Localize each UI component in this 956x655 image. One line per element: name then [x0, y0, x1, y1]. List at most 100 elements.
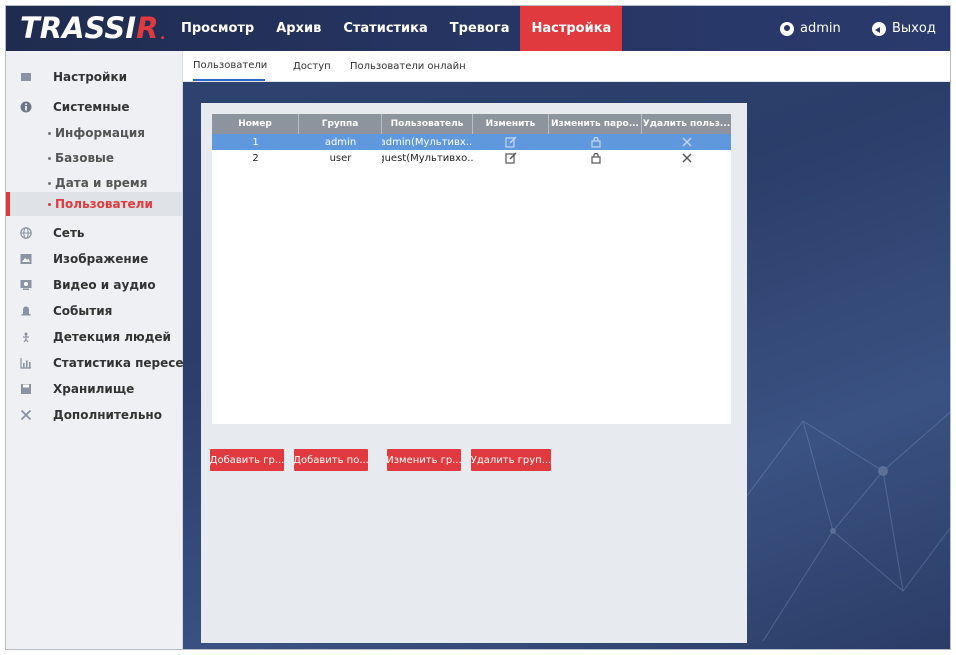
sidebar-item-label: Пользователи: [55, 197, 153, 211]
delete-user-button[interactable]: [642, 150, 731, 166]
settings-icon: [21, 73, 31, 81]
users-panel: Номер Группа Пользователь Изменить Измен…: [201, 103, 747, 643]
trassir-logo: TRASSI R.: [20, 11, 166, 45]
cell-group: admin: [324, 136, 357, 148]
user-icon: [780, 21, 794, 36]
bullet-icon: [48, 203, 51, 206]
lock-icon: [590, 136, 601, 148]
sidebar-item-label: Системные: [53, 100, 130, 114]
nav-statistics[interactable]: Статистика: [332, 6, 438, 51]
sidebar-item-label: Дата и время: [55, 176, 148, 190]
delete-user-button[interactable]: [642, 134, 731, 150]
logout-button[interactable]: Выход: [872, 6, 936, 51]
sidebar-item-network[interactable]: Сеть: [6, 221, 182, 245]
sidebar-item-system[interactable]: Системные: [6, 95, 182, 119]
sidebar-item-events[interactable]: События: [6, 299, 182, 323]
col-group[interactable]: Группа: [299, 114, 382, 134]
col-change-password[interactable]: Изменить паро...: [549, 114, 642, 134]
col-delete-user[interactable]: Удалить польз...: [642, 114, 731, 134]
sidebar-item-settings[interactable]: Настройки: [6, 65, 182, 89]
col-number[interactable]: Номер: [212, 114, 299, 134]
sidebar: Настройки Системные Информация Базовые Д…: [6, 51, 197, 649]
tab-users[interactable]: Пользователи: [193, 51, 267, 81]
tab-online-users[interactable]: Пользователи онлайн: [350, 51, 466, 81]
user-name: admin: [800, 21, 841, 36]
users-table: Номер Группа Пользователь Изменить Измен…: [212, 114, 731, 424]
background-decoration: [743, 411, 950, 641]
sidebar-item-basic[interactable]: Базовые: [6, 146, 182, 170]
add-user-button[interactable]: Добавить по...: [294, 449, 368, 471]
sidebar-item-users[interactable]: Пользователи: [6, 192, 182, 216]
col-user[interactable]: Пользователь: [382, 114, 473, 134]
cell-group: user: [329, 152, 352, 164]
sidebar-item-crossing-stats[interactable]: Статистика пересе...: [6, 351, 197, 375]
change-password-button[interactable]: [549, 134, 642, 150]
bullet-icon: [48, 182, 51, 185]
sidebar-item-label: Настройки: [53, 70, 128, 84]
sidebar-item-people-detection[interactable]: Детекция людей: [6, 325, 182, 349]
sidebar-item-label: Видео и аудио: [53, 278, 156, 292]
sidebar-item-advanced[interactable]: Дополнительно: [6, 403, 182, 427]
sidebar-item-information[interactable]: Информация: [6, 121, 182, 145]
edit-group-button[interactable]: Изменить гр...: [387, 449, 461, 471]
image-icon: [20, 254, 32, 264]
sidebar-item-label: Изображение: [53, 252, 149, 266]
sidebar-item-label: Детекция людей: [53, 330, 171, 344]
globe-icon: [20, 227, 32, 239]
sidebar-item-label: Информация: [55, 126, 145, 140]
cell-user: guest(Мультивхо...: [382, 152, 473, 164]
nav-archive[interactable]: Архив: [265, 6, 332, 51]
close-icon: [682, 153, 691, 163]
change-password-button[interactable]: [549, 150, 642, 166]
top-bar: TRASSI R. Просмотр Архив Статистика Трево…: [6, 6, 950, 51]
sidebar-item-label: Базовые: [55, 151, 115, 165]
delete-group-button[interactable]: Удалить груп...: [471, 449, 551, 471]
logo-dot: .: [160, 27, 166, 43]
user-menu[interactable]: admin: [780, 6, 841, 51]
sidebar-item-label: События: [53, 304, 113, 318]
edit-button[interactable]: [473, 134, 549, 150]
info-icon: [20, 101, 32, 113]
sidebar-item-label: Дополнительно: [53, 408, 162, 422]
sub-tabs: Пользователи Доступ Пользователи онлайн: [183, 51, 950, 82]
logo-text: TRASSI: [20, 11, 137, 45]
main-nav: Просмотр Архив Статистика Тревога Настро…: [170, 6, 623, 51]
table-row[interactable]: 1 admin admin(Мультивх...: [212, 134, 731, 150]
cell-number: 1: [252, 136, 259, 148]
edit-icon: [505, 136, 517, 148]
sidebar-item-video-audio[interactable]: Видео и аудио: [6, 273, 182, 297]
table-row[interactable]: 2 user guest(Мультивхо...: [212, 150, 731, 166]
nav-settings[interactable]: Настройка: [520, 6, 623, 51]
people-detection-icon: [23, 332, 29, 343]
lock-icon: [590, 152, 601, 164]
storage-icon: [21, 384, 31, 394]
stats-chart-icon: [20, 358, 31, 369]
bullet-icon: [48, 132, 51, 135]
sidebar-item-label: Статистика пересе...: [53, 356, 198, 370]
close-icon: [682, 137, 691, 147]
nav-alarm[interactable]: Тревога: [439, 6, 521, 51]
logout-icon: [872, 21, 886, 36]
cell-user: admin(Мультивх...: [382, 136, 473, 148]
cell-number: 2: [252, 152, 259, 164]
tools-icon: [20, 409, 32, 421]
selection-indicator: [6, 192, 10, 216]
app-window: TRASSI R. Просмотр Архив Статистика Трево…: [5, 5, 951, 650]
edit-icon: [505, 152, 517, 164]
edit-button[interactable]: [473, 150, 549, 166]
bell-icon: [21, 306, 31, 316]
table-header: Номер Группа Пользователь Изменить Измен…: [212, 114, 731, 134]
sidebar-item-image[interactable]: Изображение: [6, 247, 182, 271]
sidebar-item-label: Хранилище: [53, 382, 135, 396]
sidebar-item-storage[interactable]: Хранилище: [6, 377, 182, 401]
nav-view[interactable]: Просмотр: [170, 6, 265, 51]
logout-label: Выход: [892, 21, 936, 36]
video-icon: [20, 280, 32, 290]
col-edit[interactable]: Изменить: [473, 114, 549, 134]
bullet-icon: [48, 157, 51, 160]
add-group-button[interactable]: Добавить гр...: [210, 449, 284, 471]
main-content: Пользователи Доступ Пользователи онлайн …: [183, 51, 950, 649]
sidebar-item-label: Сеть: [53, 226, 85, 240]
logo-letter-r: R: [136, 11, 159, 45]
tab-access[interactable]: Доступ: [293, 51, 331, 81]
